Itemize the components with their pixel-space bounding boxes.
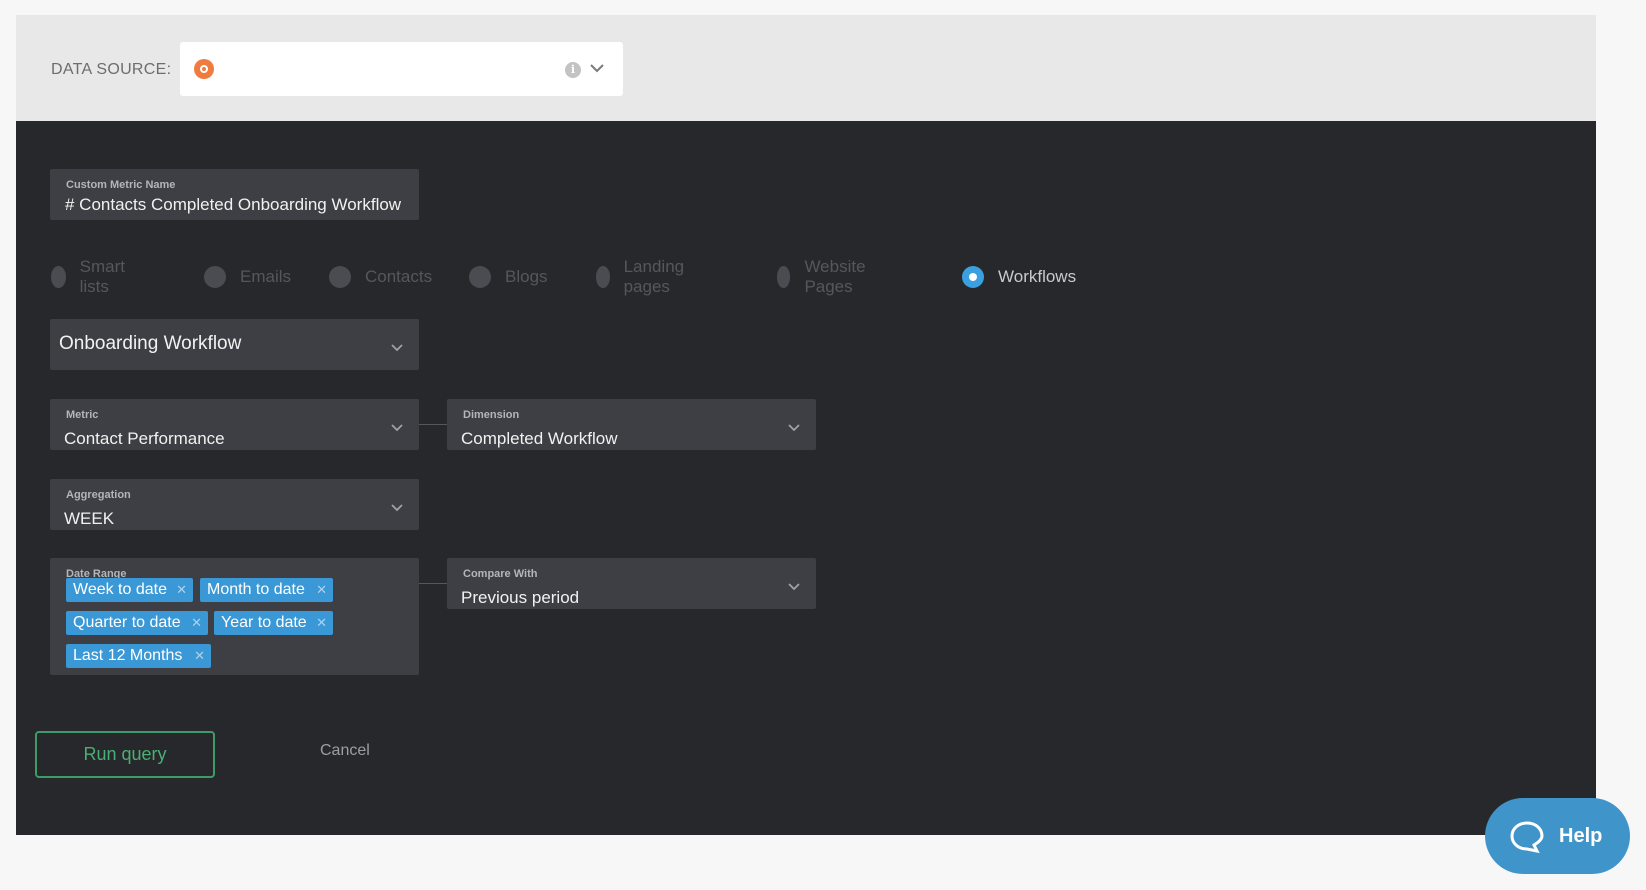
aggregation-value: WEEK (64, 509, 115, 528)
compare-with-select[interactable]: Compare With Previous period (447, 558, 816, 609)
aggregation-select[interactable]: Aggregation WEEK (50, 479, 419, 530)
date-range-chip[interactable]: Year to date ✕ (214, 611, 333, 635)
aggregation-label: Aggregation (66, 489, 131, 501)
chip-label: Quarter to date (73, 614, 181, 631)
custom-metric-name-field[interactable]: Custom Metric Name # Contacts Completed … (50, 169, 419, 220)
data-source-label: DATA SOURCE: (51, 61, 172, 78)
chip-label: Year to date (221, 614, 307, 631)
radio-button[interactable] (469, 266, 491, 288)
chevron-down-icon (391, 504, 403, 512)
remove-chip-icon[interactable]: ✕ (316, 611, 327, 635)
compare-with-value: Previous period (461, 588, 580, 607)
hubspot-icon (194, 59, 214, 79)
query-form: Custom Metric Name # Contacts Completed … (16, 121, 1596, 835)
chevron-down-icon (391, 344, 403, 352)
chip-label: Week to date (73, 581, 167, 598)
help-button[interactable]: Help (1485, 798, 1630, 874)
radio-label: Smart lists (79, 257, 125, 296)
radio-label: Landing pages (623, 257, 685, 296)
custom-metric-name-value: # Contacts Completed Onboarding Workflow (65, 195, 402, 214)
workflow-select-value: Onboarding Workflow (59, 333, 242, 354)
remove-chip-icon[interactable]: ✕ (176, 578, 187, 602)
field-connector (419, 424, 447, 425)
dimension-value: Completed Workflow (461, 429, 618, 448)
radio-landing-pages[interactable]: Landing pages (596, 257, 693, 296)
radio-website-pages[interactable]: Website Pages (777, 257, 874, 296)
radio-label: Emails (240, 267, 292, 286)
radio-workflows[interactable]: Workflows (962, 263, 1076, 291)
chip-label: Last 12 Months (73, 647, 183, 664)
date-range-chip[interactable]: Quarter to date ✕ (66, 611, 208, 635)
date-range-field[interactable]: Date Range Week to date ✕ Month to date … (50, 558, 419, 675)
chevron-down-icon (391, 424, 403, 432)
metric-select[interactable]: Metric Contact Performance (50, 399, 419, 450)
radio-label: Contacts (365, 267, 433, 286)
chevron-down-icon (788, 424, 800, 432)
date-range-chip[interactable]: Last 12 Months ✕ (66, 644, 211, 668)
chat-bubble-icon (1510, 821, 1544, 854)
query-builder-panel: DATA SOURCE: i Custom Metric Name # Cont… (16, 15, 1596, 835)
remove-chip-icon[interactable]: ✕ (316, 578, 327, 602)
metric-value: Contact Performance (64, 429, 225, 448)
remove-chip-icon[interactable]: ✕ (194, 644, 205, 668)
radio-button[interactable] (329, 266, 351, 288)
cancel-button[interactable]: Cancel (320, 742, 370, 760)
chevron-down-icon (788, 583, 800, 591)
radio-label: Workflows (998, 267, 1077, 286)
workflow-select[interactable]: Onboarding Workflow (50, 319, 419, 370)
radio-label: Website Pages (804, 257, 866, 296)
radio-button[interactable] (51, 266, 66, 288)
radio-button[interactable] (777, 266, 791, 288)
chevron-down-icon[interactable] (588, 59, 606, 77)
radio-contacts[interactable]: Contacts (329, 263, 432, 291)
dimension-label: Dimension (463, 409, 520, 421)
radio-blogs[interactable]: Blogs (469, 263, 548, 291)
data-source-select[interactable]: i (180, 42, 623, 96)
radio-label: Blogs (505, 267, 548, 286)
data-source-bar: DATA SOURCE: i (16, 15, 1596, 121)
radio-button-selected[interactable] (962, 266, 984, 288)
run-query-button[interactable]: Run query (35, 731, 215, 778)
help-label: Help (1559, 825, 1603, 847)
radio-smart-lists[interactable]: Smart lists (51, 257, 132, 296)
radio-emails[interactable]: Emails (204, 263, 291, 291)
date-range-chip[interactable]: Week to date ✕ (66, 578, 193, 602)
radio-button[interactable] (596, 266, 610, 288)
date-range-chip[interactable]: Month to date ✕ (200, 578, 333, 602)
chip-label: Month to date (207, 581, 305, 598)
info-icon[interactable]: i (565, 62, 581, 78)
metric-label: Metric (66, 409, 99, 421)
remove-chip-icon[interactable]: ✕ (191, 611, 202, 635)
dimension-select[interactable]: Dimension Completed Workflow (447, 399, 816, 450)
compare-with-label: Compare With (463, 568, 538, 580)
custom-metric-name-label: Custom Metric Name (66, 179, 176, 191)
radio-button[interactable] (204, 266, 226, 288)
field-connector (419, 583, 447, 584)
